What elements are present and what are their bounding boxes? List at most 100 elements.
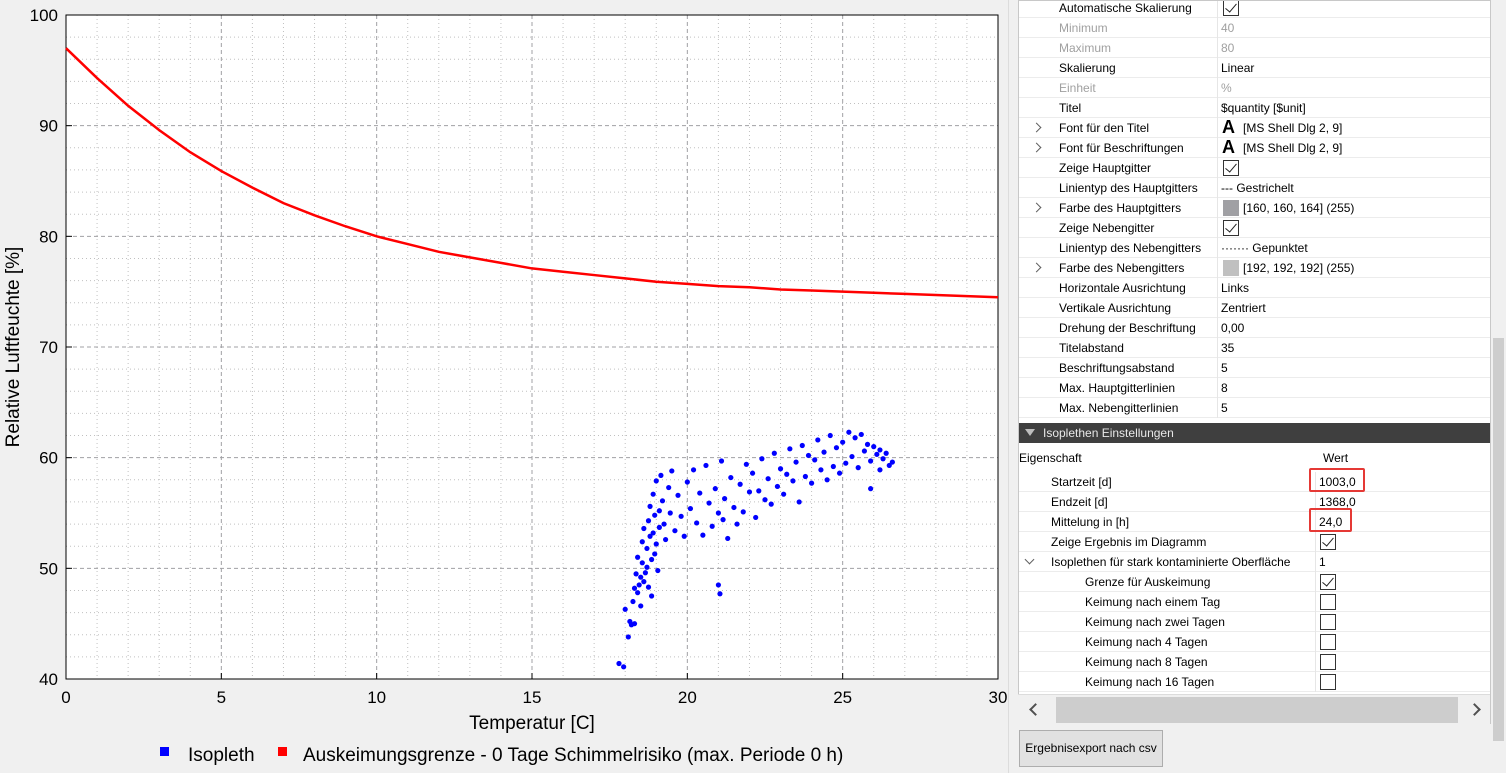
property-value[interactable]: 0,00 [1217, 318, 1244, 338]
checkbox[interactable] [1223, 1, 1239, 16]
property-value[interactable]: 5 [1217, 358, 1228, 378]
property-value[interactable] [1315, 632, 1336, 652]
property-value[interactable]: --- Gestrichelt [1217, 178, 1294, 198]
property-value[interactable] [1217, 218, 1239, 238]
property-value[interactable]: Links [1217, 278, 1249, 298]
property-value[interactable]: Zentriert [1217, 298, 1266, 318]
isopleth-point [740, 509, 746, 515]
property-value[interactable] [1315, 612, 1336, 632]
collapse-chevron-icon[interactable] [1023, 556, 1035, 568]
property-value[interactable]: $quantity [$unit] [1217, 98, 1306, 118]
property-row[interactable]: Max. Hauptgitterlinien 8 [1019, 378, 1490, 398]
checkbox[interactable] [1320, 654, 1336, 670]
property-value[interactable]: 8 [1217, 378, 1228, 398]
chart-area[interactable]: 0 5 10 15 20 25 30 40 50 60 70 80 90 100 Temperatur [C… [0, 0, 1008, 773]
property-value[interactable]: A [MS Shell Dlg 2, 9] [1217, 137, 1342, 158]
property-row[interactable]: Font für Beschriftungen A [MS Shell Dlg 2,… [1019, 137, 1490, 158]
property-value[interactable]: A [MS Shell Dlg 2, 9] [1217, 117, 1342, 138]
property-row[interactable]: Linientyp des Hauptgitters --- Gestrichel… [1019, 178, 1490, 198]
checkbox[interactable] [1320, 594, 1336, 610]
property-name: Maximum [1059, 41, 1112, 55]
property-row[interactable]: Zeige Hauptgitter [1019, 158, 1490, 178]
property-name: Farbe des Nebengitters [1059, 261, 1185, 275]
property-row[interactable]: Horizontale Ausrichtung Links [1019, 278, 1490, 298]
expand-chevron-icon[interactable] [1031, 202, 1043, 214]
checkbox[interactable] [1320, 534, 1336, 550]
property-row[interactable]: Vertikale Ausrichtung Zentriert [1019, 298, 1490, 318]
csv-export-button[interactable]: Ergebnisexport nach csv [1019, 730, 1163, 767]
checkbox[interactable] [1320, 634, 1336, 650]
property-value[interactable]: 5 [1217, 398, 1228, 418]
property-value[interactable]: ······· Gepunktet [1217, 238, 1308, 258]
property-row[interactable]: Keimung nach 4 Tagen [1019, 632, 1490, 652]
expand-chevron-icon[interactable] [1031, 262, 1043, 274]
isoplethen-section-header[interactable]: Isoplethen Einstellungen [1019, 423, 1490, 443]
checkbox[interactable] [1320, 674, 1336, 690]
property-value[interactable] [1315, 532, 1336, 552]
property-grid[interactable]: Automatische Skalierung Minimum 40 Maximum 8… [1018, 0, 1491, 724]
germination-option: Keimung nach zwei Tagen [1085, 615, 1225, 629]
panel-splitter[interactable] [1008, 0, 1018, 773]
property-value[interactable]: 80 [1217, 38, 1234, 58]
property-value[interactable]: % [1217, 78, 1232, 98]
property-row[interactable]: Isoplethen für stark kontaminierte Oberf… [1019, 552, 1490, 572]
germination-option: Grenze für Auskeimung [1085, 575, 1211, 589]
property-row[interactable]: Maximum 80 [1019, 38, 1490, 58]
group-value[interactable]: 1 [1315, 552, 1326, 572]
property-row[interactable]: Keimung nach 16 Tagen [1019, 672, 1490, 692]
property-value[interactable]: 40 [1217, 18, 1234, 38]
property-row[interactable]: Automatische Skalierung [1019, 1, 1490, 18]
property-row[interactable]: Keimung nach einem Tag [1019, 592, 1490, 612]
property-row[interactable]: Font für den Titel A [MS Shell Dlg 2, 9] [1019, 117, 1490, 138]
checkbox[interactable] [1320, 614, 1336, 630]
property-row[interactable]: Zeige Ergebnis im Diagramm [1019, 532, 1490, 552]
checkbox[interactable] [1223, 160, 1239, 176]
property-value[interactable]: 35 [1217, 338, 1234, 358]
property-value[interactable] [1315, 672, 1336, 692]
property-row[interactable]: Titelabstand 35 [1019, 338, 1490, 358]
vertical-scrollbar[interactable] [1491, 0, 1506, 741]
scroll-left-icon[interactable] [1028, 704, 1038, 714]
property-value[interactable] [1217, 1, 1239, 18]
isopleth-point [827, 432, 833, 439]
property-row[interactable]: Titel $quantity [$unit] [1019, 98, 1490, 118]
isopleth-chart[interactable]: 0 5 10 15 20 25 30 40 50 60 70 80 90 100 Temperatur [C… [0, 0, 1008, 773]
collapse-triangle-icon[interactable] [1025, 429, 1035, 436]
property-value[interactable] [1315, 652, 1336, 672]
property-row[interactable]: Max. Nebengitterlinien 5 [1019, 398, 1490, 418]
property-value[interactable] [1315, 572, 1336, 592]
property-row[interactable]: Linientyp des Nebengitters ······· Gepunk… [1019, 238, 1490, 258]
property-name: Einheit [1059, 81, 1096, 95]
vertical-scroll-thumb[interactable] [1493, 338, 1504, 741]
expand-chevron-icon[interactable] [1031, 122, 1043, 134]
checkbox[interactable] [1223, 220, 1239, 236]
property-value[interactable]: [160, 160, 164] (255) [1217, 198, 1354, 218]
horizontal-scrollbar[interactable] [1018, 694, 1490, 724]
isopleth-point [771, 450, 777, 456]
property-value[interactable]: Linear [1217, 58, 1254, 78]
property-row[interactable]: Minimum 40 [1019, 18, 1490, 38]
property-value[interactable] [1217, 158, 1239, 178]
horizontal-scroll-thumb[interactable] [1056, 697, 1458, 723]
property-row[interactable]: Zeige Nebengitter [1019, 218, 1490, 238]
color-swatch[interactable] [1223, 200, 1239, 216]
property-row[interactable]: Keimung nach 8 Tagen [1019, 652, 1490, 672]
property-row[interactable]: Drehung der Beschriftung 0,00 [1019, 318, 1490, 338]
property-row[interactable]: Einheit% [1019, 78, 1490, 98]
property-row[interactable]: Farbe des Nebengitters [192, 192, 192] (2… [1019, 258, 1490, 278]
property-value[interactable] [1315, 592, 1336, 612]
property-row[interactable]: Startzeit [d] 1003,0 [1019, 472, 1490, 492]
property-row[interactable]: Endzeit [d] 1368,0 [1019, 492, 1490, 512]
property-row[interactable]: Keimung nach zwei Tagen [1019, 612, 1490, 632]
expand-chevron-icon[interactable] [1031, 142, 1043, 154]
property-value[interactable]: [192, 192, 192] (255) [1217, 258, 1354, 278]
property-row[interactable]: Farbe des Hauptgitters [160, 160, 164] (2… [1019, 198, 1490, 218]
isopleth-point [743, 461, 749, 467]
scroll-right-icon[interactable] [1470, 704, 1480, 714]
property-row[interactable]: Mittelung in [h] 24,0 [1019, 512, 1490, 532]
property-row[interactable]: Beschriftungsabstand 5 [1019, 358, 1490, 378]
checkbox[interactable] [1320, 574, 1336, 590]
color-swatch[interactable] [1223, 260, 1239, 276]
property-row[interactable]: Grenze für Auskeimung [1019, 572, 1490, 592]
property-row[interactable]: Skalierung Linear [1019, 58, 1490, 78]
